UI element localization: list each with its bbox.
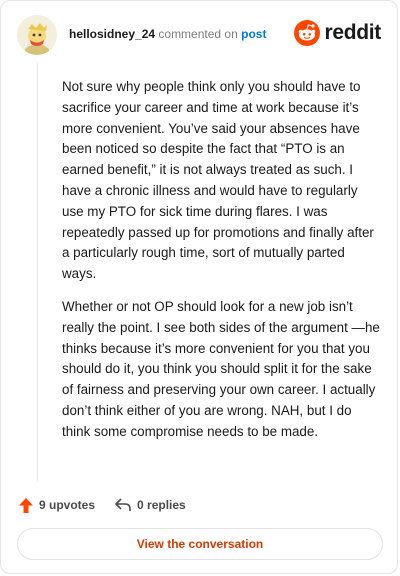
comment-byline: hellosidney_24 commented on post [69, 27, 266, 41]
comment-body: Not sure why people think only you shoul… [62, 77, 382, 455]
reply-arrow-icon [115, 498, 131, 511]
reply-count: 0 replies [137, 498, 186, 512]
comment-card: hellosidney_24 commented on post reddit … [0, 0, 398, 574]
upvote-arrow-icon [19, 497, 33, 513]
comment-paragraph: Not sure why people think only you shoul… [62, 79, 374, 282]
user-avatar[interactable] [17, 15, 57, 55]
reddit-wordmark: reddit [324, 21, 381, 44]
byline-action-text: commented on [158, 27, 238, 41]
reddit-brand[interactable]: reddit [294, 19, 381, 47]
comment-paragraph: Whether or not OP should look for a new … [62, 298, 380, 439]
upvote-count: 9 upvotes [39, 498, 96, 512]
reddit-snoo-icon [294, 20, 321, 46]
avatar-image [17, 15, 57, 55]
username[interactable]: hellosidney_24 [69, 27, 155, 41]
post-link[interactable]: post [241, 27, 266, 41]
thread-line [37, 63, 38, 481]
comment-header: hellosidney_24 commented on post reddit [17, 15, 381, 55]
upvote-button[interactable]: 9 upvotes [19, 497, 96, 513]
reply-button[interactable]: 0 replies [115, 498, 186, 512]
view-conversation-button[interactable]: View the conversation [17, 528, 383, 560]
comment-actions: 9 upvotes 0 replies [19, 495, 206, 515]
